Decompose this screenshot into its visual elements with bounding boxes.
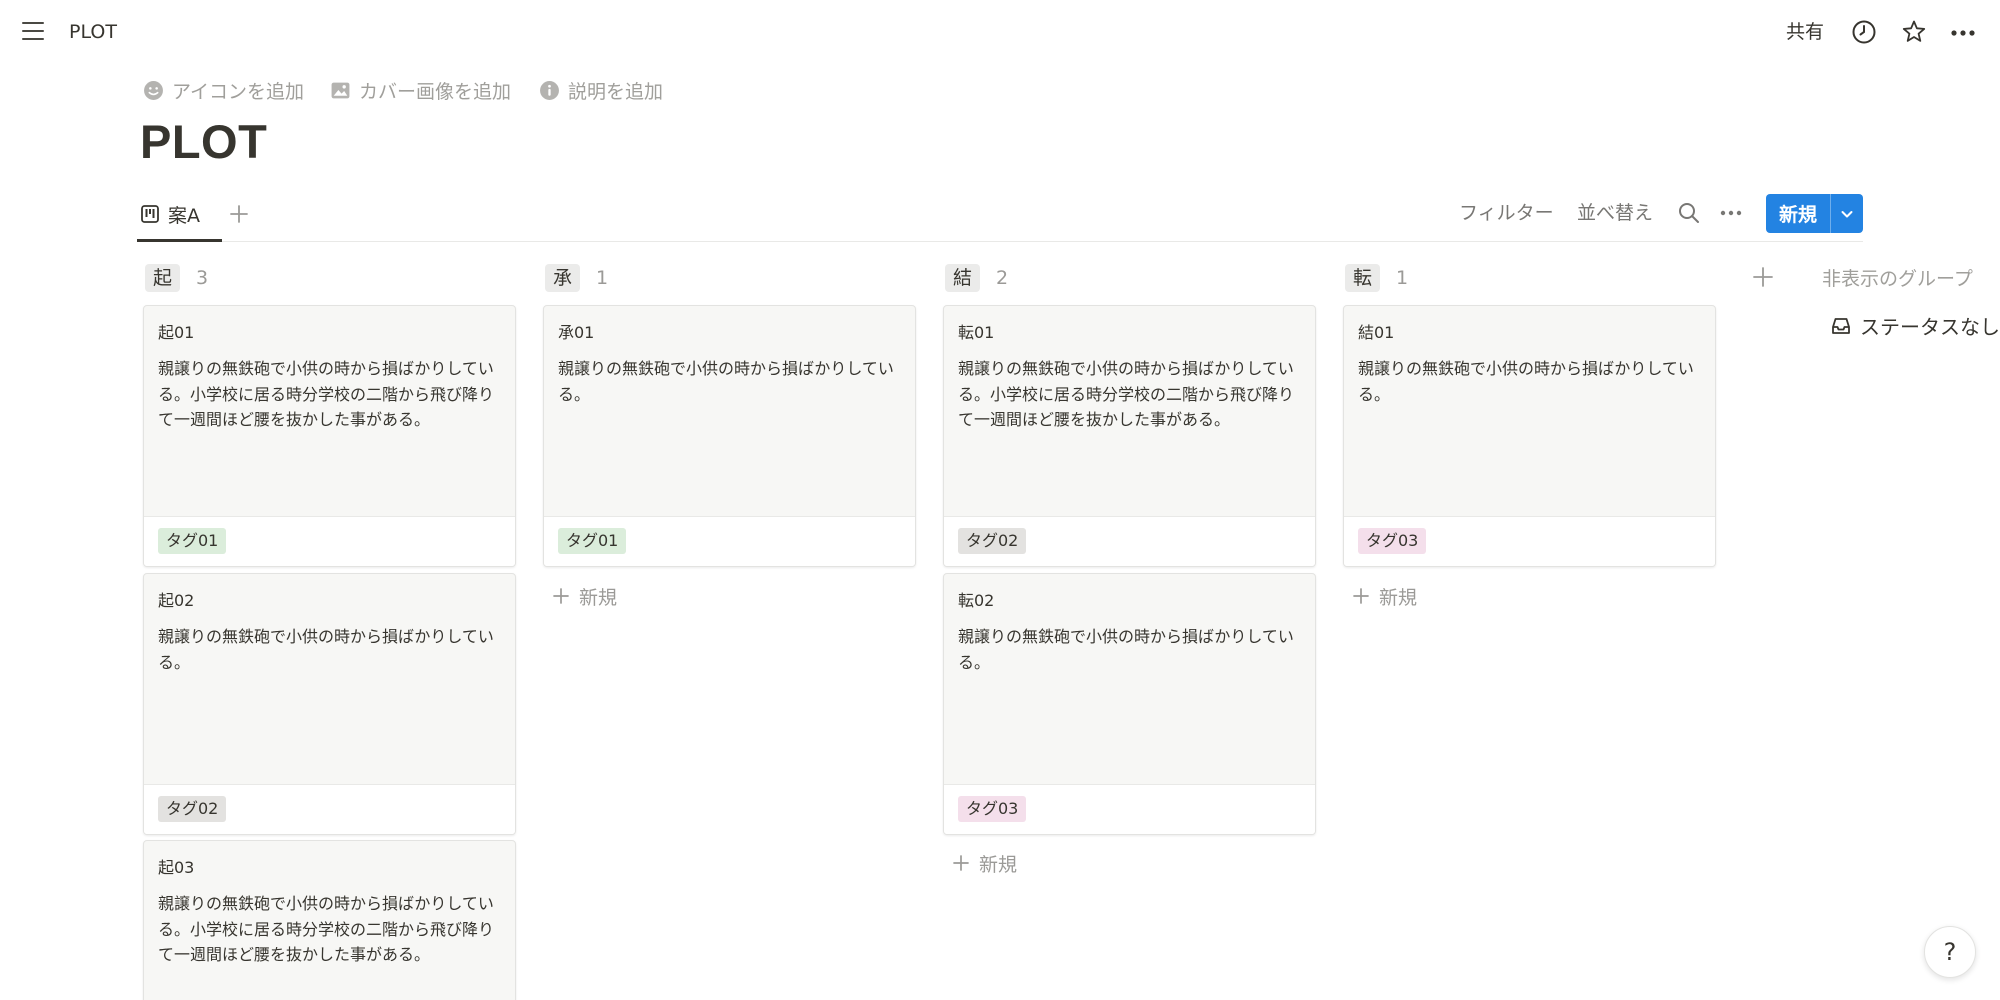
card-title: 転02 (958, 591, 995, 610)
new-card-label: 新規 (579, 586, 618, 609)
menu-icon[interactable] (20, 20, 48, 44)
star-icon[interactable] (1900, 18, 1928, 46)
group-header-ten[interactable]: 転 1 (1345, 263, 1408, 293)
group-name: 転 (1345, 264, 1381, 292)
inbox-icon (1832, 317, 1850, 334)
hidden-groups-label: 非表示のグループ (1822, 268, 1973, 290)
image-icon (331, 82, 350, 98)
view-divider (137, 241, 1863, 242)
card-footer: タグ02 (144, 784, 515, 834)
board-icon (141, 205, 159, 223)
board-card[interactable]: 転01 親譲りの無鉄砲で小供の時から損ばかりしている。小学校に居る時分学校の二階… (943, 305, 1316, 567)
plus-icon (953, 855, 969, 871)
page-title[interactable]: PLOT (140, 112, 267, 172)
group-name: 起 (145, 264, 181, 292)
card-tag: タグ03 (958, 796, 1027, 822)
card-title: 起01 (158, 323, 195, 342)
board-card[interactable]: 起01 親譲りの無鉄砲で小供の時から損ばかりしている。小学校に居る時分学校の二階… (143, 305, 516, 567)
card-footer: タグ02 (944, 516, 1315, 566)
plus-icon (553, 588, 569, 604)
card-tag: タグ01 (558, 528, 627, 554)
card-title: 結01 (1358, 323, 1395, 342)
card-tag: タグ02 (158, 796, 227, 822)
new-card-button[interactable]: 新規 (952, 849, 1017, 877)
tab-view-a-label: 案A (168, 204, 200, 227)
new-button-label[interactable]: 新規 (1766, 194, 1830, 233)
clock-icon[interactable] (1850, 18, 1878, 46)
card-tag: タグ02 (958, 528, 1027, 554)
group-count: 1 (596, 267, 609, 289)
group-header-sho[interactable]: 承 1 (545, 263, 608, 293)
info-icon (540, 80, 559, 100)
new-card-label: 新規 (979, 853, 1018, 876)
board-card[interactable]: 起02 親譲りの無鉄砲で小供の時から損ばかりしている。 タグ02 (143, 573, 516, 835)
search-icon[interactable] (1676, 200, 1702, 226)
add-icon-label: アイコンを追加 (172, 80, 305, 103)
new-card-button[interactable]: 新規 (552, 582, 617, 610)
breadcrumb-page-name[interactable]: PLOT (69, 20, 117, 44)
group-header-ketsu[interactable]: 結 2 (945, 263, 1008, 293)
new-card-button[interactable]: 新規 (1352, 582, 1417, 610)
card-footer: タグ03 (944, 784, 1315, 834)
card-title: 転01 (958, 323, 995, 342)
add-icon-button[interactable]: アイコンを追加 (143, 77, 304, 103)
tab-view-a[interactable]: 案A (140, 199, 200, 229)
active-tab-indicator (137, 239, 222, 242)
add-cover-button[interactable]: カバー画像を追加 (330, 77, 511, 103)
new-button[interactable]: 新規 (1766, 194, 1863, 233)
card-title: 起02 (158, 591, 195, 610)
no-status-label: ステータスなし (1860, 315, 2000, 339)
new-card-label: 新規 (1379, 586, 1418, 609)
card-footer: タグ01 (544, 516, 915, 566)
card-title: 承01 (558, 323, 595, 342)
more-icon[interactable] (1949, 18, 1977, 46)
card-body: 親譲りの無鉄砲で小供の時から損ばかりしている。小学校に居る時分学校の二階から飛び… (958, 359, 1295, 429)
card-footer: タグ01 (144, 516, 515, 566)
group-name: 結 (945, 264, 981, 292)
board-card[interactable]: 起03 親譲りの無鉄砲で小供の時から損ばかりしている。小学校に居る時分学校の二階… (143, 840, 516, 1000)
card-tag: タグ03 (1358, 528, 1427, 554)
add-view-icon[interactable] (227, 202, 251, 226)
group-count: 3 (196, 267, 209, 289)
share-button[interactable]: 共有 (1786, 20, 1824, 44)
card-body: 親譲りの無鉄砲で小供の時から損ばかりしている。 (1358, 359, 1694, 404)
hidden-group-no-status[interactable]: ステータスなし (1830, 311, 2000, 340)
chevron-down-icon[interactable] (1831, 194, 1863, 233)
card-body: 親譲りの無鉄砲で小供の時から損ばかりしている。小学校に居る時分学校の二階から飛び… (158, 359, 495, 429)
group-count: 1 (1396, 267, 1409, 289)
board-card[interactable]: 承01 親譲りの無鉄砲で小供の時から損ばかりしている。 タグ01 (543, 305, 916, 567)
add-cover-label: カバー画像を追加 (359, 80, 512, 103)
add-description-label: 説明を追加 (568, 80, 664, 103)
add-description-button[interactable]: 説明を追加 (539, 77, 663, 103)
card-title: 起03 (158, 858, 195, 877)
card-body: 親譲りの無鉄砲で小供の時から損ばかりしている。小学校に居る時分学校の二階から飛び… (158, 894, 495, 964)
help-button[interactable]: ? (1924, 926, 1976, 978)
smiley-icon (144, 80, 163, 100)
group-count: 2 (996, 267, 1009, 289)
group-header-ki[interactable]: 起 3 (145, 263, 208, 293)
add-group-icon[interactable] (1750, 264, 1776, 290)
card-body: 親譲りの無鉄砲で小供の時から損ばかりしている。 (958, 627, 1294, 672)
card-footer: タグ03 (1344, 516, 1715, 566)
board-card[interactable]: 転02 親譲りの無鉄砲で小供の時から損ばかりしている。 タグ03 (943, 573, 1316, 835)
filter-button[interactable]: フィルター (1459, 199, 1554, 227)
card-body: 親譲りの無鉄砲で小供の時から損ばかりしている。 (158, 627, 494, 672)
plus-icon (1353, 588, 1369, 604)
view-more-icon[interactable] (1718, 200, 1744, 226)
sort-button[interactable]: 並べ替え (1577, 199, 1653, 227)
board-card[interactable]: 結01 親譲りの無鉄砲で小供の時から損ばかりしている。 タグ03 (1343, 305, 1716, 567)
card-tag: タグ01 (158, 528, 227, 554)
card-body: 親譲りの無鉄砲で小供の時から損ばかりしている。 (558, 359, 894, 404)
group-name: 承 (545, 264, 581, 292)
